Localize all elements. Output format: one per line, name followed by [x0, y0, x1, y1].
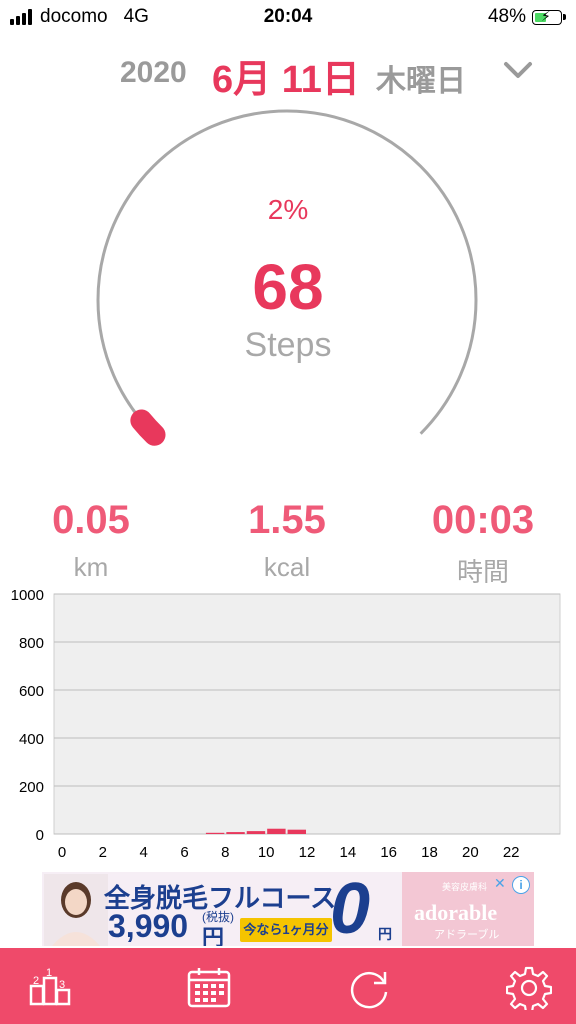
chart-bar	[205, 832, 225, 834]
x-tick-label: 6	[180, 844, 188, 861]
x-tick-label: 12	[299, 844, 316, 861]
time-stat: 00:03 時間	[388, 498, 576, 589]
chart-bar	[246, 831, 266, 834]
chart-plot-area	[53, 593, 561, 835]
calories-unit: kcal	[263, 552, 311, 582]
x-tick-label: 14	[339, 844, 356, 861]
x-tick-label: 2	[99, 844, 107, 861]
steps-count: 68	[252, 251, 324, 323]
x-tick-label: 10	[258, 844, 275, 861]
refresh-icon	[350, 972, 388, 1009]
calories-value: 1.55	[248, 498, 326, 542]
hourly-steps-chart: 0 200 400 600 800 1000 0 2 4 6 8 10 12 14 16 18 20 22	[11, 587, 561, 861]
x-tick-label: 22	[503, 844, 520, 861]
chart-bar	[226, 832, 245, 834]
ad-brand-logo: adorable	[414, 900, 498, 925]
calendar-icon	[187, 968, 231, 1008]
ad-price: 3,990	[108, 908, 189, 944]
steps-label: Steps	[244, 326, 332, 364]
ad-price-yen: 円	[202, 925, 225, 946]
gear-icon	[506, 966, 552, 1010]
ad-info-icon[interactable]: i	[512, 876, 530, 894]
distance-value: 0.05	[52, 498, 130, 542]
ad-zero: 0	[330, 872, 371, 946]
ranking-icon: 1 2 3	[29, 967, 71, 1006]
distance-stat: 0.05 km	[0, 498, 186, 583]
chart-bar	[287, 829, 306, 834]
y-tick-label: 200	[19, 779, 44, 796]
x-tick-label: 0	[58, 844, 66, 861]
ad-banner[interactable]: 全身脱毛フルコース 3,990 (税抜) 円 今なら1ヶ月分 0 円 美容皮膚科…	[42, 872, 534, 946]
progress-percent: 2%	[267, 194, 309, 225]
x-tick-label: 16	[380, 844, 397, 861]
gauge-progress	[130, 409, 166, 446]
ad-close-icon[interactable]: ✕	[494, 876, 508, 890]
calories-stat: 1.55 kcal	[192, 498, 382, 583]
svg-text:3: 3	[59, 979, 65, 991]
tab-refresh[interactable]	[318, 948, 418, 1024]
y-tick-label: 0	[36, 827, 44, 844]
ad-cta: 今なら1ヶ月分	[240, 918, 332, 942]
x-tick-label: 18	[421, 844, 438, 861]
tab-ranking[interactable]: 1 2 3	[0, 948, 100, 1024]
svg-text:1: 1	[46, 967, 52, 979]
x-tick-label: 4	[139, 844, 147, 861]
y-tick-label: 1000	[11, 587, 44, 604]
time-value: 00:03	[431, 498, 535, 542]
x-tick-label: 8	[221, 844, 229, 861]
distance-unit: km	[73, 552, 109, 582]
y-tick-label: 400	[19, 731, 44, 748]
chart-bar	[267, 828, 286, 834]
tab-settings[interactable]	[478, 948, 576, 1024]
ad-brand-top: 美容皮膚科	[442, 882, 488, 892]
ad-brand-sub: アドラーブル	[434, 929, 500, 941]
ad-zero-yen: 円	[378, 926, 392, 942]
tab-bar: 1 2 3	[0, 948, 576, 1024]
y-tick-label: 600	[19, 683, 44, 700]
tab-calendar[interactable]	[158, 948, 258, 1024]
ad-model-image	[44, 874, 108, 946]
y-tick-label: 800	[19, 635, 44, 652]
svg-text:2: 2	[33, 975, 39, 987]
x-tick-label: 20	[462, 844, 479, 861]
